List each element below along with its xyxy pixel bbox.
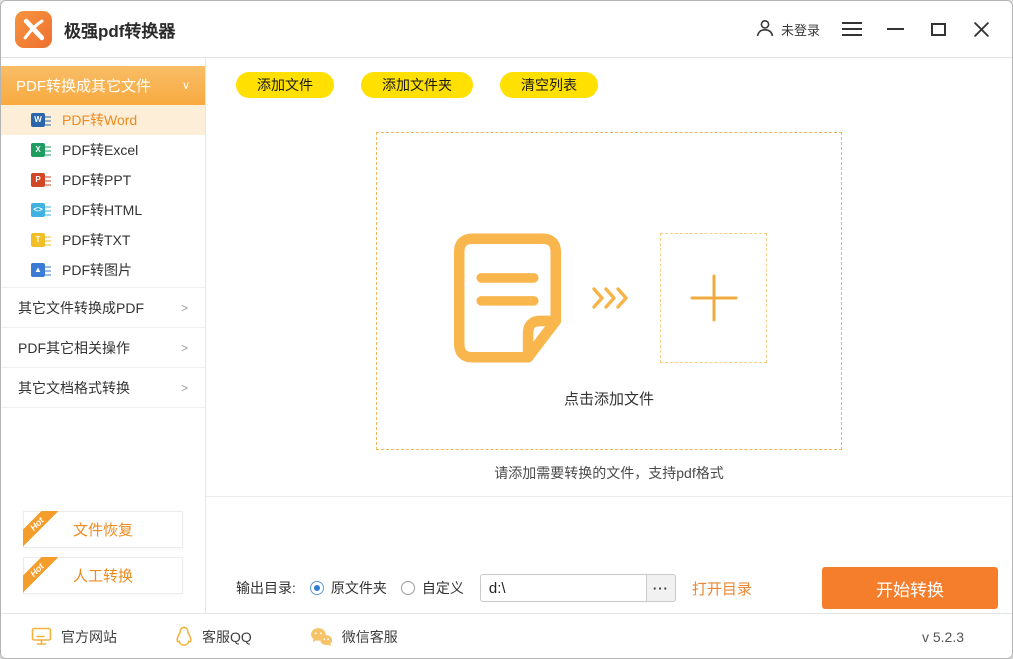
radio-custom-folder[interactable]	[401, 581, 415, 595]
sidebar-group-other-doc-convert[interactable]: 其它文档格式转换 >	[1, 367, 205, 407]
footer: 官方网站 客服QQ 微信客服 v 5.2.3	[1, 613, 1012, 659]
sidebar-group-label: PDF其它相关操作	[18, 338, 130, 358]
sidebar-group-other-to-pdf[interactable]: 其它文件转换成PDF >	[1, 287, 205, 327]
sidebar-item-label: PDF转Word	[62, 110, 137, 130]
sidebar-group-label: 其它文件转换成PDF	[18, 298, 144, 318]
clear-list-button[interactable]: 清空列表	[500, 72, 598, 98]
plus-icon	[686, 270, 742, 326]
output-dir-label: 输出目录:	[236, 578, 296, 598]
login-status-label: 未登录	[781, 20, 820, 39]
sidebar-item-pdf-to-ppt[interactable]: P PDF转PPT	[1, 165, 205, 195]
version-label: v 5.2.3	[922, 629, 964, 645]
word-file-icon: W	[31, 112, 51, 128]
app-logo-icon	[15, 11, 52, 48]
title-bar: 极强pdf转换器 未登录	[1, 1, 1012, 58]
radio-custom-folder-label[interactable]: 自定义	[422, 578, 464, 598]
sidebar-item-label: PDF转图片	[62, 260, 132, 280]
wechat-support-label: 微信客服	[342, 627, 398, 647]
dropzone-caption: 请添加需要转换的文件，支持pdf格式	[206, 463, 1012, 483]
sidebar-group-pdf-to-other[interactable]: PDF转换成其它文件 ∨	[1, 66, 205, 105]
dropzone-hint: 点击添加文件	[377, 388, 841, 409]
official-site-label: 官方网站	[61, 627, 117, 647]
file-dropzone[interactable]: 点击添加文件	[376, 132, 842, 450]
content-area: PDF转换成其它文件 ∨ W PDF转Word X PDF转Excel P PD…	[1, 58, 1012, 613]
toolbar: 添加文件 添加文件夹 清空列表	[206, 58, 1012, 98]
open-directory-link[interactable]: 打开目录	[692, 578, 752, 599]
sidebar-group-label: PDF转换成其它文件	[16, 75, 151, 96]
sidebar-group-label: 其它文档格式转换	[18, 378, 130, 398]
sidebar-item-label: PDF转PPT	[62, 170, 131, 190]
minimize-icon	[887, 28, 904, 30]
sidebar-item-pdf-to-image[interactable]: ▲ PDF转图片	[1, 255, 205, 285]
wechat-icon	[310, 627, 333, 647]
app-window: 极强pdf转换器 未登录 PDF转换成其它文件	[0, 0, 1013, 659]
image-file-icon: ▲	[31, 262, 51, 278]
sidebar-item-label: PDF转HTML	[62, 200, 142, 220]
chevron-right-icon: >	[181, 301, 188, 315]
main-panel: 添加文件 添加文件夹 清空列表	[206, 58, 1012, 613]
chevron-right-icon: >	[181, 341, 188, 355]
manual-convert-label: 人工转换	[73, 565, 133, 586]
excel-file-icon: X	[31, 142, 51, 158]
hot-ribbon-badge: Hot	[23, 511, 59, 547]
maximize-button[interactable]	[927, 18, 949, 40]
arrows-right-icon	[589, 282, 635, 314]
sidebar-sections: 其它文件转换成PDF > PDF其它相关操作 > 其它文档格式转换 >	[1, 287, 205, 408]
file-recovery-button[interactable]: Hot 文件恢复	[23, 511, 183, 548]
hot-ribbon-badge: Hot	[23, 557, 59, 593]
menu-button[interactable]	[841, 18, 863, 40]
titlebar-controls: 未登录	[755, 18, 992, 41]
minimize-button[interactable]	[884, 18, 906, 40]
wechat-support-link[interactable]: 微信客服	[310, 627, 398, 647]
radio-source-folder[interactable]	[310, 581, 324, 595]
radio-source-folder-label[interactable]: 原文件夹	[331, 578, 387, 598]
html-file-icon: <>	[31, 202, 51, 218]
ppt-file-icon: P	[31, 172, 51, 188]
main-divider	[206, 496, 1012, 497]
output-settings-row: 输出目录: 原文件夹 自定义 ··· 打开目录 开始转换	[206, 567, 1012, 609]
sidebar-item-pdf-to-word[interactable]: W PDF转Word	[1, 105, 205, 135]
maximize-icon	[931, 23, 946, 36]
close-icon	[973, 21, 990, 38]
monitor-icon	[31, 627, 52, 646]
app-title: 极强pdf转换器	[64, 17, 175, 42]
user-icon	[755, 18, 775, 41]
dropzone-graphic	[377, 233, 841, 363]
document-icon	[451, 233, 564, 363]
sidebar-item-label: PDF转Excel	[62, 140, 138, 160]
sidebar-item-pdf-to-excel[interactable]: X PDF转Excel	[1, 135, 205, 165]
official-site-link[interactable]: 官方网站	[31, 627, 117, 647]
chevron-right-icon: >	[181, 381, 188, 395]
sidebar-item-pdf-to-txt[interactable]: T PDF转TXT	[1, 225, 205, 255]
close-button[interactable]	[970, 18, 992, 40]
add-target-box	[660, 233, 767, 363]
qq-icon	[175, 626, 193, 647]
txt-file-icon: T	[31, 232, 51, 248]
login-status[interactable]: 未登录	[755, 18, 820, 41]
qq-support-link[interactable]: 客服QQ	[175, 626, 252, 647]
sidebar-item-pdf-to-html[interactable]: <> PDF转HTML	[1, 195, 205, 225]
qq-support-label: 客服QQ	[202, 627, 252, 647]
sidebar-group-pdf-other-ops[interactable]: PDF其它相关操作 >	[1, 327, 205, 367]
file-recovery-label: 文件恢复	[73, 519, 133, 540]
output-path-input[interactable]	[480, 574, 646, 602]
manual-convert-button[interactable]: Hot 人工转换	[23, 557, 183, 594]
browse-button[interactable]: ···	[646, 574, 676, 602]
start-convert-button[interactable]: 开始转换	[822, 567, 998, 609]
add-folder-button[interactable]: 添加文件夹	[361, 72, 473, 98]
chevron-down-icon: ∨	[182, 79, 190, 92]
sidebar-hot-buttons: Hot 文件恢复 Hot 人工转换	[1, 511, 205, 594]
sidebar-item-label: PDF转TXT	[62, 230, 130, 250]
sidebar: PDF转换成其它文件 ∨ W PDF转Word X PDF转Excel P PD…	[1, 58, 206, 613]
add-file-button[interactable]: 添加文件	[236, 72, 334, 98]
